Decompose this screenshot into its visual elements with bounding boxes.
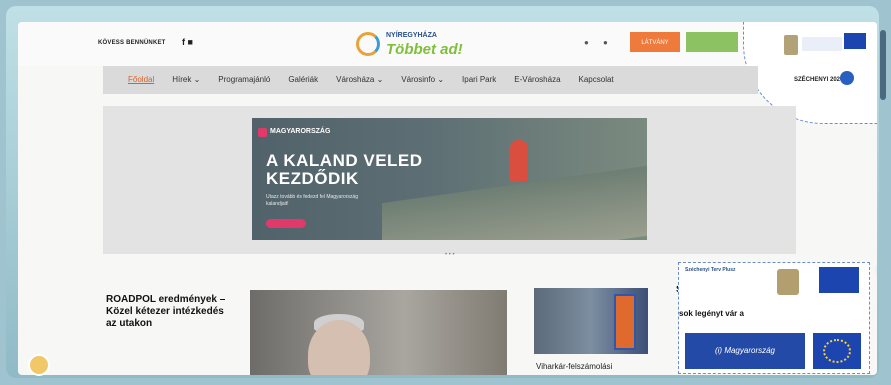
szechenyi-label: SZÉCHENYI 2020 [794, 77, 844, 83]
news-caption-viharkar[interactable]: Viharkár-felszámolási [536, 362, 612, 371]
banner-cta-button[interactable] [266, 219, 306, 228]
nav-item-hirek[interactable]: Hírek ⌄ [172, 75, 200, 84]
browser-viewport: KÖVESS BENNÜNKET f ■ NYÍREGYHÁZA Többet … [18, 22, 877, 375]
nav-item-programajanlo[interactable]: Programajánló [218, 75, 270, 84]
nav-item-kapcsolat[interactable]: Kapcsolat [579, 75, 614, 84]
scroll-handle[interactable] [875, 262, 877, 278]
site-logo[interactable]: NYÍREGYHÁZA Többet ad! [356, 30, 476, 62]
banner-headline-line2: KEZDŐDIK [266, 169, 359, 188]
orange-button[interactable]: LÁTVÁNY [630, 32, 680, 52]
coat-of-arms-icon [777, 269, 799, 295]
brand-logo-icon [258, 128, 267, 137]
banner-subtext: Utazz tovább és fedezd fel Magyarország … [266, 194, 358, 207]
logo-mark-icon [356, 32, 380, 56]
accessibility-widget-icon[interactable] [28, 354, 50, 376]
eu-flag-icon [819, 267, 859, 293]
news-image-portrait[interactable] [250, 290, 507, 375]
banner-headline-line1: A KALAND VELED [266, 151, 423, 170]
szechenyi-text-block [802, 37, 842, 51]
nav-item-fooldal[interactable]: Főoldal [128, 75, 154, 84]
green-button[interactable] [686, 32, 738, 52]
coat-of-arms-icon [784, 35, 798, 55]
hero-banner[interactable]: MAGYARORSZÁG A KALAND VELED KEZDŐDIK Uta… [252, 118, 647, 240]
eu-star-ring [823, 339, 851, 363]
logo-city: NYÍREGYHÁZA [386, 32, 437, 39]
side-text: sok legényt vár a [679, 309, 744, 318]
nav-item-varosinfo[interactable]: Városinfo ⌄ [401, 75, 444, 84]
logo-slogan: Többet ad! [386, 41, 463, 58]
szechenyi-plus-logo: Széchenyi Terv Plusz [685, 267, 736, 273]
banner-headline: A KALAND VELED KEZDŐDIK [266, 152, 423, 188]
frame-scrollbar[interactable] [880, 30, 886, 100]
eu-stars-icon [813, 333, 861, 369]
szechenyi-pin-icon [840, 71, 854, 85]
follow-label: KÖVESS BENNÜNKET [98, 40, 166, 46]
accessibility-dots[interactable]: ● ● [584, 38, 614, 47]
nav-item-varoshaza[interactable]: Városháza ⌄ [336, 75, 383, 84]
nav-item-e-varoshaza[interactable]: E-Városháza [514, 75, 560, 84]
banner-pager[interactable]: • • • [445, 252, 455, 258]
nav-item-ipari-park[interactable]: Ipari Park [462, 75, 496, 84]
street-sign [614, 294, 636, 350]
banner-brand: MAGYARORSZÁG [270, 128, 331, 135]
nav-item-galeriak[interactable]: Galériák [288, 75, 318, 84]
magyarorszag-banner[interactable]: (i) Magyarország [685, 333, 805, 369]
main-navigation: Főoldal Hírek ⌄ Programajánló Galériák V… [103, 66, 758, 94]
eu-flag-icon [844, 33, 866, 49]
banner-climber [510, 140, 528, 182]
side-ad-panel[interactable]: Széchenyi Terv Plusz sok legényt vár a (… [678, 262, 870, 374]
news-image-street[interactable] [534, 288, 648, 354]
news-title-roadpol[interactable]: ROADPOL eredmények – Közel kétezer intéz… [106, 294, 226, 330]
social-icons[interactable]: f ■ [182, 37, 193, 47]
